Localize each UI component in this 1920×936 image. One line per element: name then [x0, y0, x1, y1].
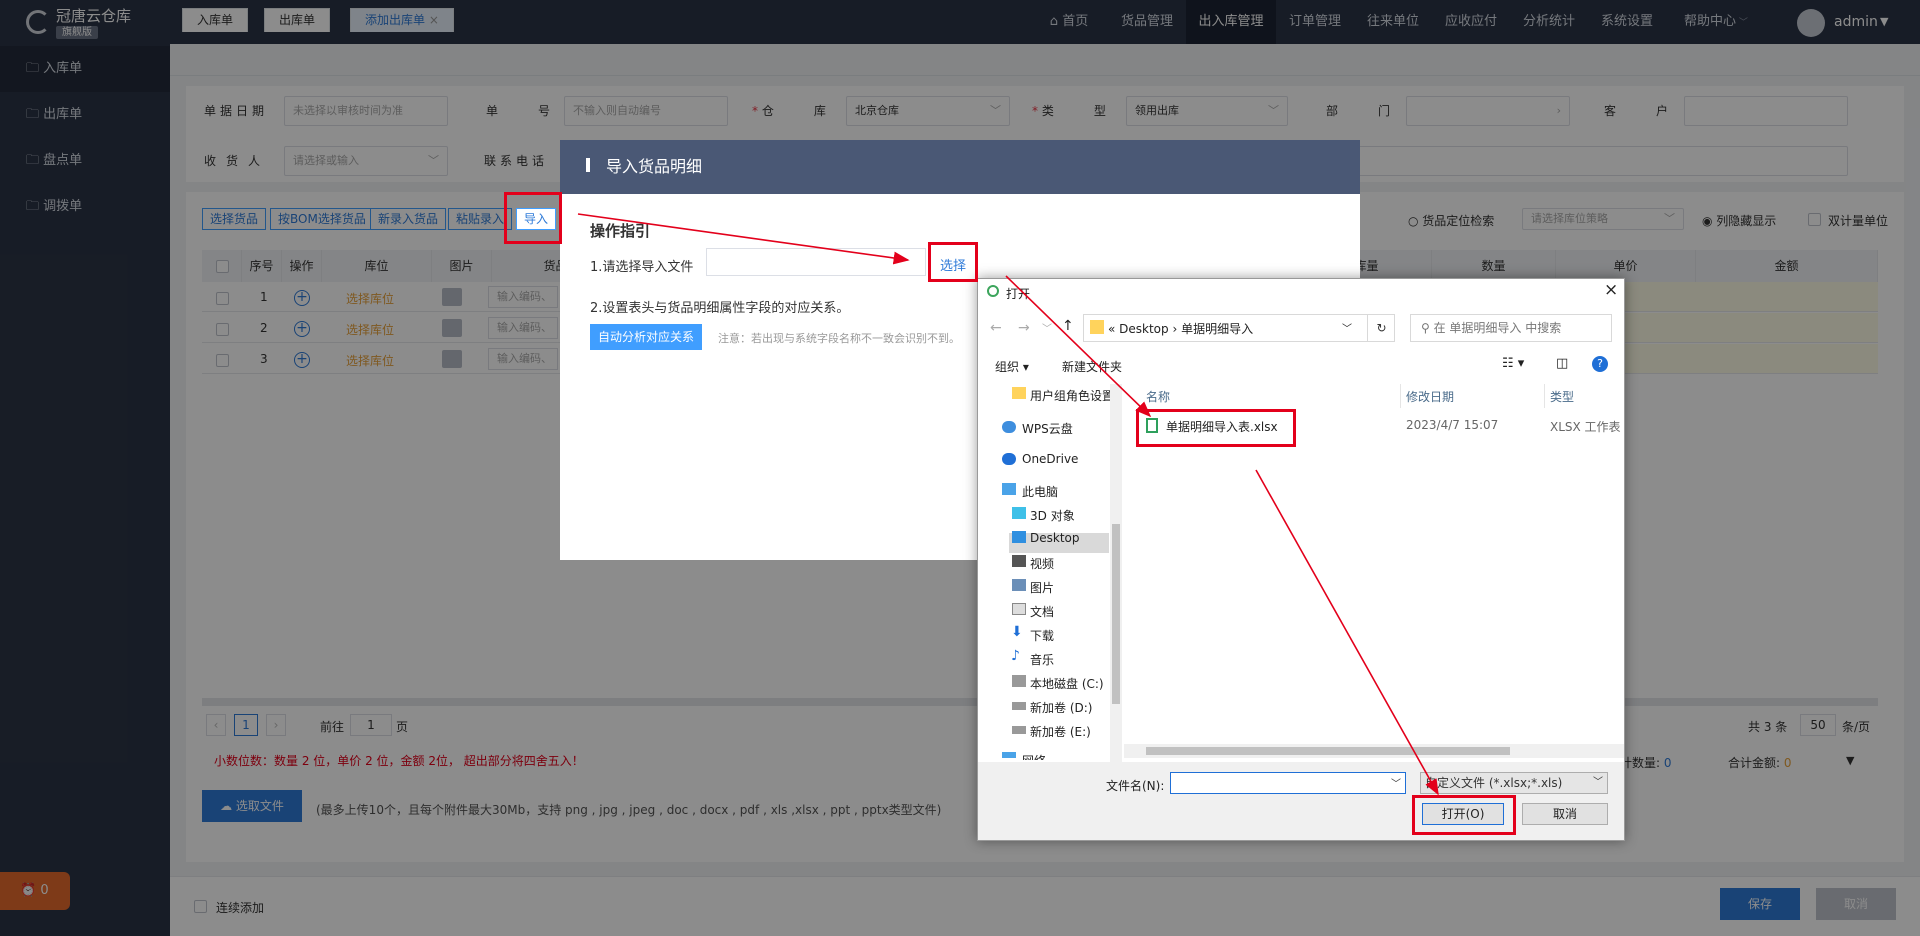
- arrow-choose-to-file: [1005, 275, 1152, 418]
- arrow-file-to-open: [1255, 469, 1439, 796]
- annotation-arrows: [577, 213, 1439, 796]
- arrow-import-to-choose: [577, 213, 910, 265]
